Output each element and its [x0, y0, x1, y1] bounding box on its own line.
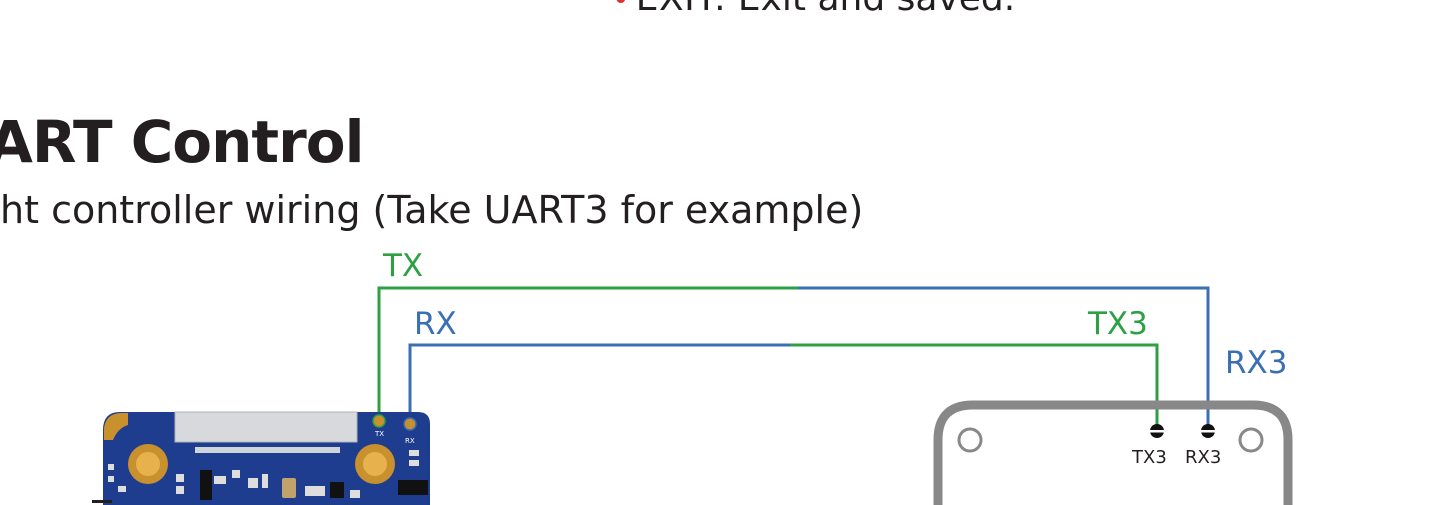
- wire-tx3-label: TX3: [1087, 306, 1148, 342]
- fc-mount-hole-left: [957, 427, 983, 453]
- pcb-bottom-edge: [92, 500, 112, 503]
- page: •EXIT: Exit and saved. ART Control ht co…: [0, 0, 1451, 505]
- fc-outline: [933, 400, 1293, 505]
- wiring-diagram: TX RX TX3 RX3 TX RX TX3 RX3: [92, 248, 1293, 505]
- fc-mount-hole-right: [1238, 427, 1264, 453]
- wire-tx-label: TX: [382, 248, 423, 284]
- camera-tx-pad: [372, 414, 386, 428]
- wire-rx-label: RX: [414, 306, 457, 342]
- rx-wire-blue: [408, 343, 790, 420]
- fc-pad-tx3-label: TX3: [1131, 447, 1167, 468]
- camera-pcb-board: TX RX: [92, 411, 430, 505]
- camera-pad-rx-label: RX: [405, 437, 415, 445]
- camera-rx-pad: [403, 417, 417, 431]
- rx-wire-green: [790, 343, 1159, 425]
- flight-controller-board: TX3 RX3: [933, 400, 1293, 505]
- camera-pad-tx-label: TX: [374, 430, 384, 438]
- connector-pins: [195, 447, 340, 453]
- fc-pad-rx3-label: RX3: [1185, 447, 1221, 468]
- fpc-connector: [174, 411, 358, 443]
- wire-rx3-label: RX3: [1225, 345, 1288, 381]
